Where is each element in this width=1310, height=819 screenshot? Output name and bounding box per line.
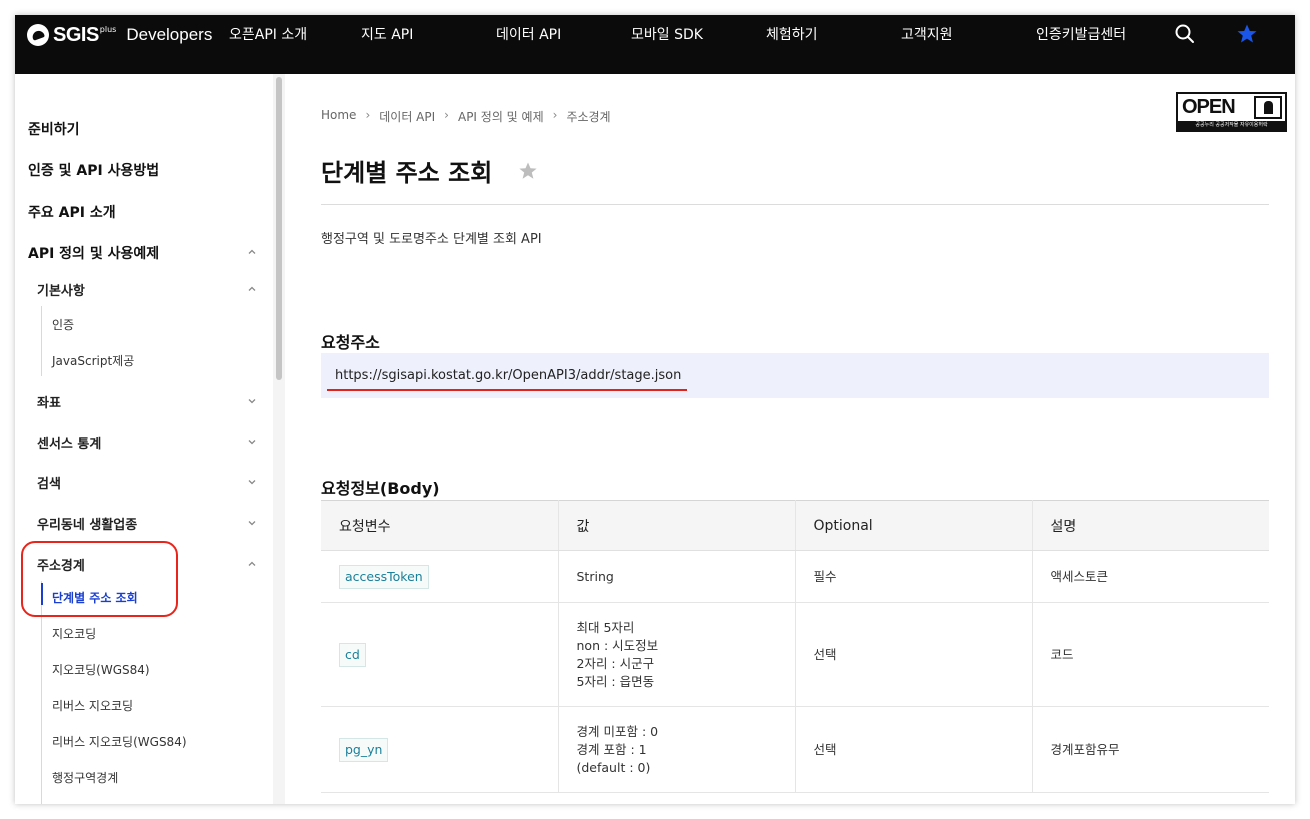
open-license-badge: OPEN 공공누리 공공저작물 자유이용허락 [1176, 92, 1287, 132]
sidebar-scrollbar-thumb[interactable] [276, 77, 282, 380]
param-value-cell: 최대 5자리 non : 시도정보 2자리 : 시군구 5자리 : 읍면동 [558, 602, 796, 707]
sidebar-item-api-definition[interactable]: API 정의 및 사용예제 [28, 243, 159, 263]
param-name-tag: cd [339, 642, 366, 667]
param-optional-cell: 선택 [795, 602, 1033, 707]
param-value-line: 2자리 : 시군구 [576, 655, 655, 671]
param-value-line: 최대 5자리 [576, 619, 635, 635]
chevron-down-icon[interactable] [246, 476, 258, 488]
top-navigation-bar: SGIS plus Developers 오픈API 소개 지도 API 데이터… [15, 15, 1295, 74]
sidebar-item-getting-ready[interactable]: 준비하기 [28, 119, 80, 139]
open-badge-label: OPEN [1182, 96, 1236, 118]
nav-mobile-sdk[interactable]: 모바일 SDK [631, 24, 703, 44]
breadcrumb-home[interactable]: Home [321, 108, 356, 125]
param-desc-cell: 액세스토큰 [1032, 550, 1269, 603]
nav-map-api[interactable]: 지도 API [361, 24, 413, 44]
person-icon [1254, 96, 1282, 119]
annotation-highlight-circle [21, 541, 178, 617]
sidebar-item-geocoding[interactable]: 지오코딩 [52, 625, 96, 642]
annotation-underline [327, 389, 687, 391]
column-header-value: 값 [558, 500, 796, 551]
breadcrumb-api-definition[interactable]: API 정의 및 예제 [458, 108, 544, 125]
sgis-logo-icon [27, 24, 49, 46]
sidebar-item-search[interactable]: 검색 [37, 473, 61, 492]
browser-viewport: SGIS plus Developers 오픈API 소개 지도 API 데이터… [15, 15, 1295, 804]
chevron-up-icon[interactable] [246, 558, 258, 570]
table-row: pg_yn 경계 미포함 : 0 경계 포함 : 1 (default : 0)… [321, 706, 1269, 793]
table-row: cd 최대 5자리 non : 시도정보 2자리 : 시군구 5자리 : 읍면동… [321, 602, 1269, 707]
request-params-table: 요청변수 값 Optional 설명 accessToken String 필수… [321, 500, 1269, 793]
breadcrumb: Home › 데이터 API › API 정의 및 예제 › 주소경계 [321, 108, 611, 125]
breadcrumb-separator-icon: › [365, 108, 371, 122]
title-divider [321, 204, 1269, 205]
param-value-line: non : 시도정보 [576, 637, 659, 653]
sgis-logo[interactable]: SGIS plus Developers [27, 23, 212, 47]
param-value-line: 경계 포함 : 1 [576, 741, 647, 757]
logo-superscript: plus [99, 25, 117, 34]
logo-developers: Developers [126, 25, 213, 44]
sidebar-item-basics[interactable]: 기본사항 [37, 280, 85, 299]
sidebar-item-auth-usage[interactable]: 인증 및 API 사용방법 [28, 160, 159, 180]
param-name-tag: accessToken [339, 564, 429, 589]
chevron-up-icon[interactable] [246, 246, 258, 258]
open-badge-footer: 공공누리 공공저작물 자유이용허락 [1178, 121, 1285, 130]
chevron-up-icon[interactable] [246, 283, 258, 295]
chevron-down-icon[interactable] [246, 436, 258, 448]
column-header-param: 요청변수 [321, 500, 559, 551]
sidebar-item-admin-boundary[interactable]: 행정구역경계 [52, 769, 118, 786]
param-value-cell: 경계 미포함 : 0 경계 포함 : 1 (default : 0) [558, 706, 796, 793]
request-url-box: https://sgisapi.kostat.go.kr/OpenAPI3/ad… [321, 353, 1269, 398]
submenu-guide-line [41, 306, 42, 376]
table-row: accessToken String 필수 액세스토큰 [321, 550, 1269, 603]
param-value-line: (default : 0) [576, 759, 651, 775]
api-description: 행정구역 및 도로명주소 단계별 조회 API [321, 232, 542, 247]
param-value-line: 경계 미포함 : 0 [576, 723, 659, 739]
nav-customer-support[interactable]: 고객지원 [901, 24, 953, 44]
sidebar-item-main-api-intro[interactable]: 주요 API 소개 [28, 202, 116, 222]
request-body-heading: 요청정보(Body) [321, 479, 440, 498]
breadcrumb-address-boundary: 주소경계 [566, 110, 611, 124]
param-desc-cell: 코드 [1032, 602, 1269, 707]
nav-auth-key-center[interactable]: 인증키발급센터 [1036, 24, 1126, 44]
param-name-tag: pg_yn [339, 737, 389, 762]
sidebar-item-auth[interactable]: 인증 [52, 316, 74, 333]
sidebar-item-census-stats[interactable]: 센서스 통계 [37, 433, 101, 452]
sidebar-item-reverse-geocoding-wgs84[interactable]: 리버스 지오코딩(WGS84) [52, 733, 187, 750]
param-optional-cell: 필수 [795, 550, 1033, 603]
page-title: 단계별 주소 조회 [321, 159, 493, 187]
chevron-down-icon[interactable] [246, 395, 258, 407]
sidebar-item-javascript[interactable]: JavaScript제공 [52, 352, 134, 369]
star-icon[interactable] [1236, 23, 1258, 45]
param-value-line: 5자리 : 읍면동 [576, 673, 655, 689]
search-icon[interactable] [1174, 23, 1196, 45]
breadcrumb-separator-icon: › [552, 108, 558, 122]
breadcrumb-data-api[interactable]: 데이터 API [379, 108, 435, 125]
sidebar-item-geocoding-wgs84[interactable]: 지오코딩(WGS84) [52, 661, 150, 678]
chevron-down-icon[interactable] [246, 517, 258, 529]
nav-data-api[interactable]: 데이터 API [496, 24, 561, 44]
column-header-optional: Optional [795, 500, 1033, 551]
request-url-heading: 요청주소 [321, 333, 380, 352]
nav-openapi-intro[interactable]: 오픈API 소개 [229, 24, 307, 44]
breadcrumb-separator-icon: › [444, 108, 449, 122]
sidebar: 준비하기 인증 및 API 사용방법 주요 API 소개 API 정의 및 사용… [15, 74, 285, 804]
param-optional-cell: 선택 [795, 706, 1033, 793]
column-header-description: 설명 [1032, 500, 1269, 551]
sidebar-item-coordinates[interactable]: 좌표 [37, 392, 61, 411]
logo-text: SGIS [53, 23, 99, 46]
param-desc-cell: 경계포함유무 [1032, 706, 1269, 793]
sidebar-item-neighborhood-business[interactable]: 우리동네 생활업종 [37, 514, 137, 533]
sidebar-item-reverse-geocoding[interactable]: 리버스 지오코딩 [52, 697, 133, 714]
param-value-cell: String [558, 550, 796, 603]
nav-experience[interactable]: 체험하기 [766, 24, 818, 44]
favorite-star-icon[interactable] [518, 161, 538, 181]
table-header-row: 요청변수 값 Optional 설명 [321, 500, 1269, 551]
request-url[interactable]: https://sgisapi.kostat.go.kr/OpenAPI3/ad… [335, 368, 681, 383]
